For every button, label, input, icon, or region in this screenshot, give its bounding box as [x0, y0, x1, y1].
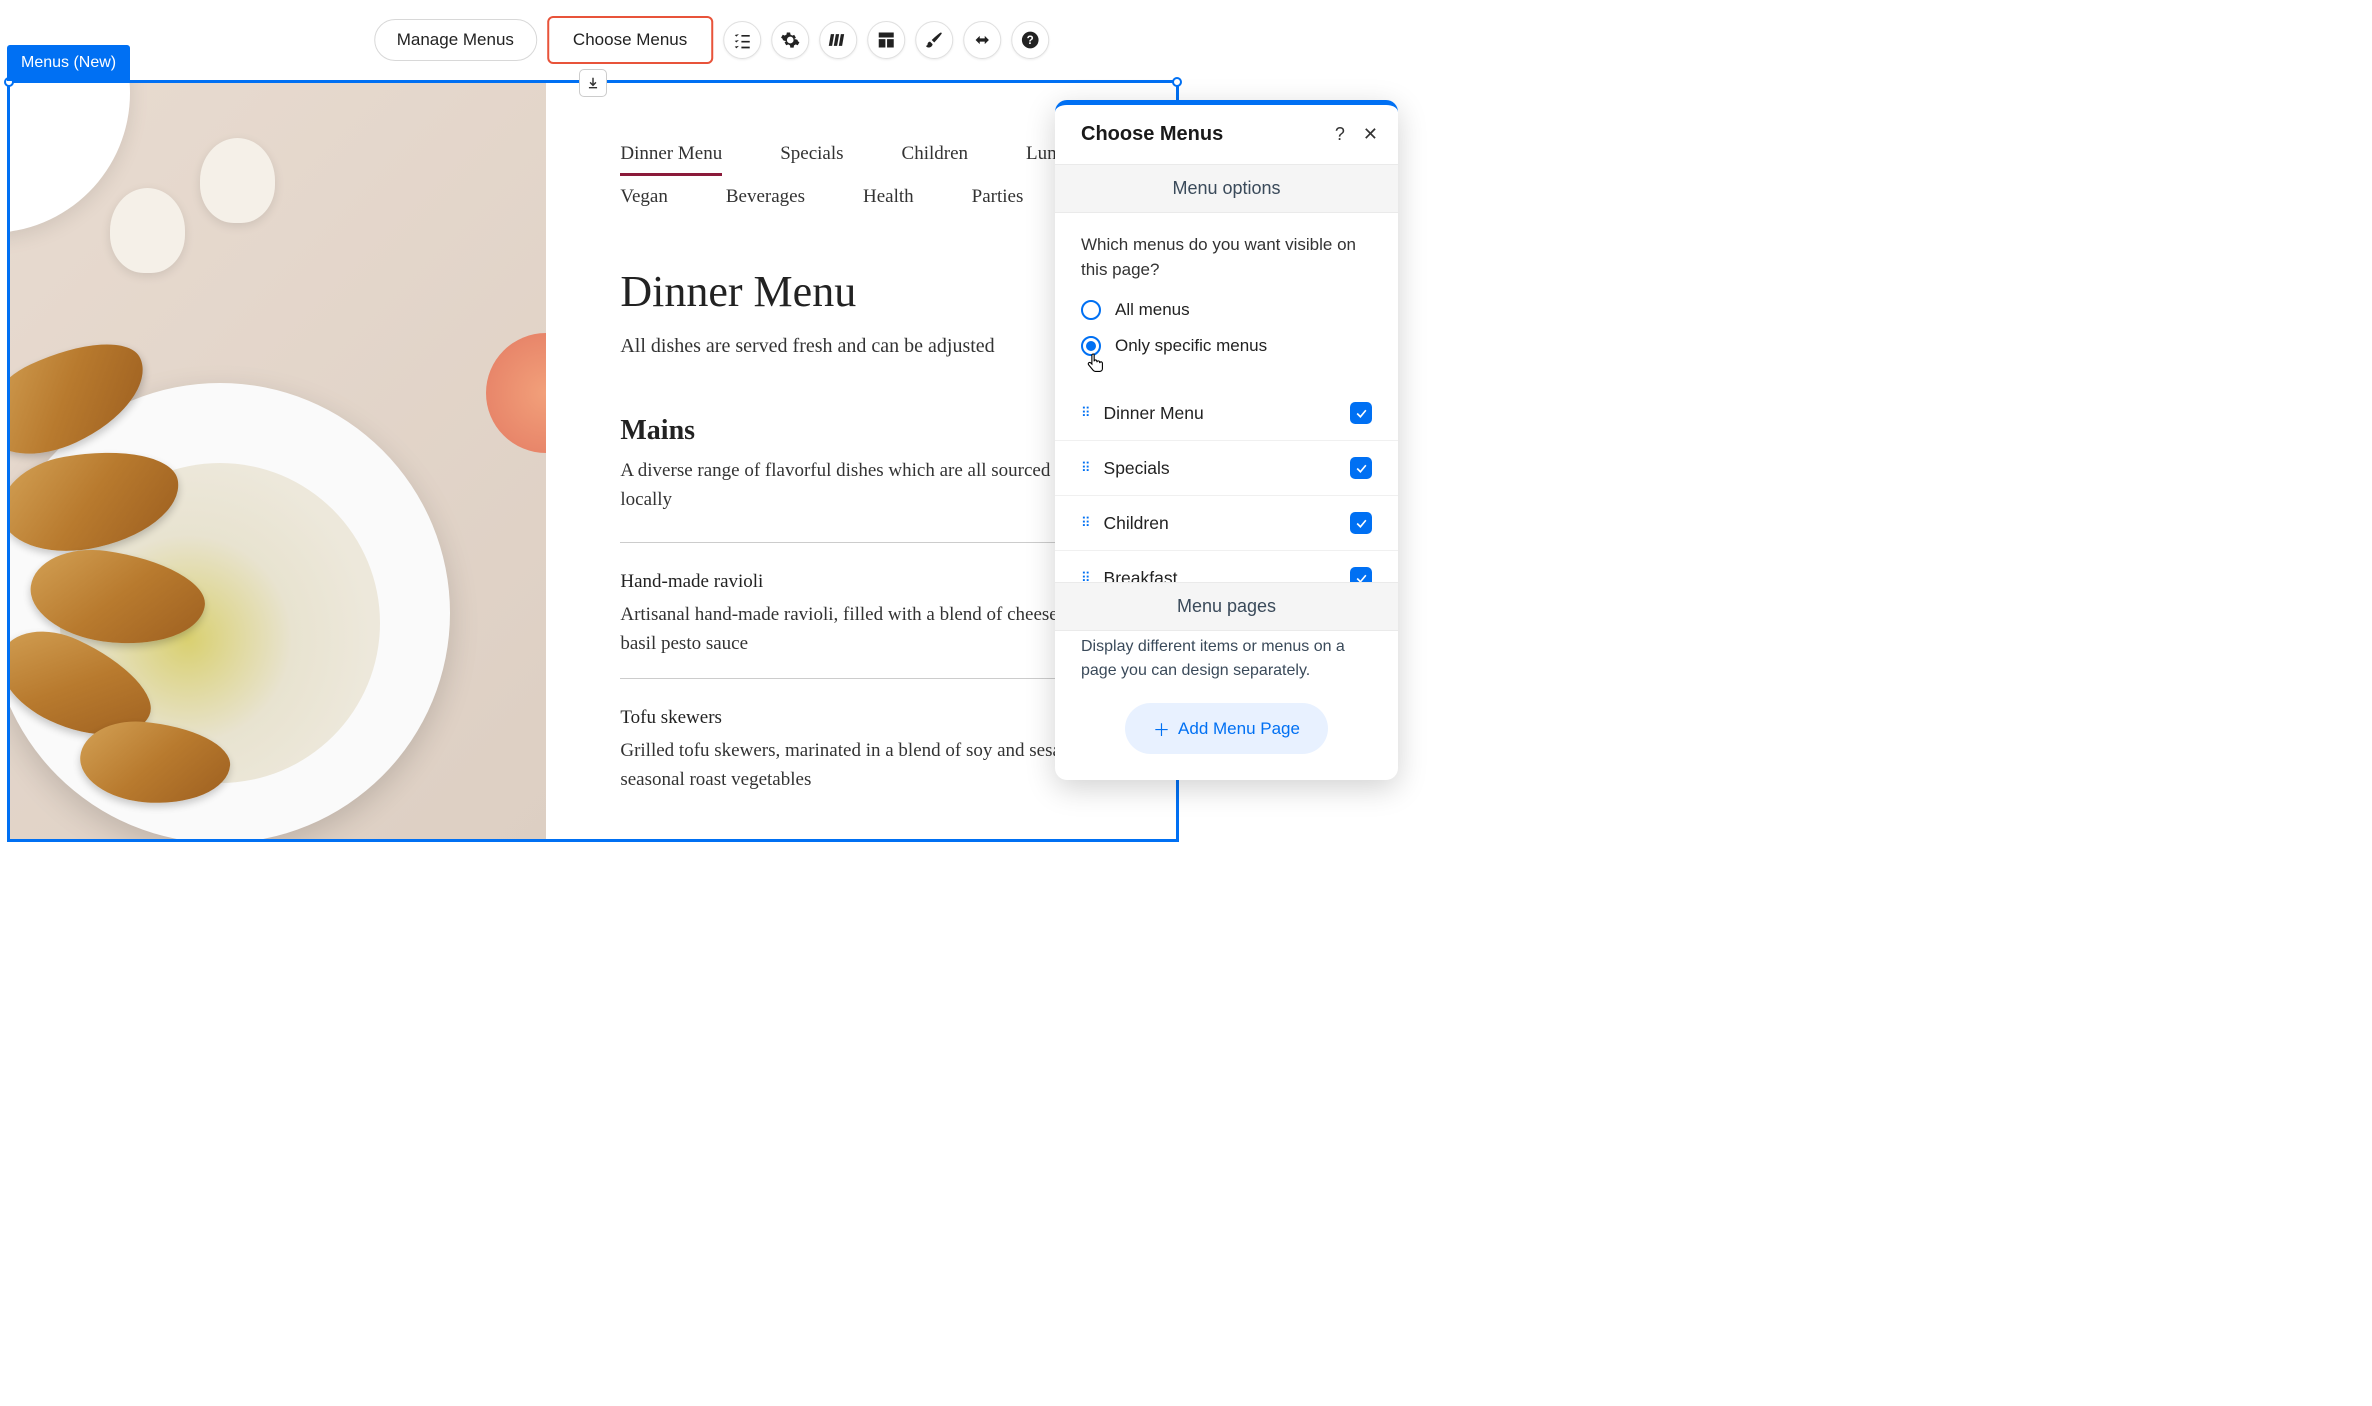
menu-list: ⠿ Dinner Menu ⠿ Specials ⠿ Children ⠿ Br… — [1055, 378, 1398, 582]
choose-menus-panel: Choose Menus ? ✕ Menu options Which menu… — [1055, 100, 1398, 780]
panel-title: Choose Menus — [1081, 123, 1223, 146]
menu-item-dinner[interactable]: ⠿ Dinner Menu — [1055, 386, 1398, 441]
dish-name: Tofu skewers — [620, 707, 1126, 729]
radio-icon — [1081, 300, 1101, 320]
radio-label: Only specific menus — [1115, 336, 1267, 356]
tab-beverages[interactable]: Beverages — [726, 186, 805, 216]
add-menu-page-button[interactable]: ＋ Add Menu Page — [1125, 703, 1328, 754]
dish-desc: Grilled tofu skewers, marinated in a ble… — [620, 737, 1126, 794]
radio-specific-menus[interactable]: Only specific menus — [1081, 336, 1372, 356]
layers-icon[interactable] — [819, 21, 857, 59]
svg-text:?: ? — [1027, 34, 1034, 47]
dish-ravioli: Hand-made ravioli Artisanal hand-made ra… — [620, 542, 1126, 678]
help-icon[interactable]: ? — [1011, 21, 1049, 59]
radio-icon — [1081, 336, 1101, 356]
layout-icon[interactable] — [867, 21, 905, 59]
stretch-icon[interactable] — [963, 21, 1001, 59]
menu-canvas: Dinner Menu Specials Children Lunch Vega… — [10, 83, 1176, 840]
menu-subtitle: All dishes are served fresh and can be a… — [620, 331, 1126, 361]
drag-handle-icon[interactable]: ⠿ — [1081, 570, 1090, 582]
panel-section-pages: Menu pages — [1055, 582, 1398, 631]
menu-title: Dinner Menu — [620, 266, 1126, 317]
plus-icon: ＋ — [1153, 716, 1170, 741]
menu-item-label: Dinner Menu — [1104, 403, 1204, 424]
menu-item-label: Breakfast — [1104, 568, 1178, 583]
menu-item-label: Specials — [1104, 458, 1170, 479]
brush-icon[interactable] — [915, 21, 953, 59]
menu-item-label: Children — [1104, 513, 1169, 534]
cursor-hand-icon — [1085, 352, 1107, 378]
panel-header: Choose Menus ? ✕ — [1055, 105, 1398, 164]
drag-handle-icon[interactable]: ⠿ — [1081, 405, 1090, 421]
drag-handle-icon[interactable]: ⠿ — [1081, 460, 1090, 476]
menu-item-children[interactable]: ⠿ Children — [1055, 496, 1398, 551]
selection-label: Menus (New) — [7, 45, 130, 81]
download-handle[interactable] — [579, 69, 607, 97]
checklist-icon[interactable] — [723, 21, 761, 59]
section-mains-desc: A diverse range of flavorful dishes whic… — [620, 457, 1126, 514]
tab-specials[interactable]: Specials — [780, 143, 843, 176]
tab-health[interactable]: Health — [863, 186, 914, 216]
panel-close-icon[interactable]: ✕ — [1363, 124, 1378, 145]
drag-handle-icon[interactable]: ⠿ — [1081, 515, 1090, 531]
menu-tabs: Dinner Menu Specials Children Lunch Vega… — [620, 143, 1126, 216]
dish-name: Hand-made ravioli — [620, 571, 1126, 593]
add-page-label: Add Menu Page — [1178, 719, 1300, 739]
panel-section-options: Menu options — [1055, 164, 1398, 213]
tab-children[interactable]: Children — [902, 143, 969, 176]
radio-label: All menus — [1115, 300, 1190, 320]
top-toolbar: Manage Menus Choose Menus ? — [374, 16, 1050, 64]
menu-item-specials[interactable]: ⠿ Specials — [1055, 441, 1398, 496]
choose-menus-button[interactable]: Choose Menus — [547, 16, 713, 64]
hero-food-image — [10, 83, 546, 840]
dish-tofu: Tofu skewers Grilled tofu skewers, marin… — [620, 678, 1126, 814]
checkbox-specials[interactable] — [1350, 457, 1372, 479]
checkbox-dinner[interactable] — [1350, 402, 1372, 424]
manage-menus-button[interactable]: Manage Menus — [374, 19, 537, 61]
menu-item-breakfast[interactable]: ⠿ Breakfast — [1055, 551, 1398, 582]
tab-vegan[interactable]: Vegan — [620, 186, 667, 216]
settings-icon[interactable] — [771, 21, 809, 59]
tab-dinner[interactable]: Dinner Menu — [620, 143, 722, 176]
checkbox-breakfast[interactable] — [1350, 567, 1372, 582]
panel-question: Which menus do you want visible on this … — [1081, 233, 1372, 282]
section-mains-title: Mains — [620, 415, 1126, 447]
tab-parties[interactable]: Parties — [972, 186, 1024, 216]
panel-pages-desc: Display different items or menus on a pa… — [1081, 631, 1372, 703]
checkbox-children[interactable] — [1350, 512, 1372, 534]
radio-all-menus[interactable]: All menus — [1081, 300, 1372, 320]
panel-help-icon[interactable]: ? — [1335, 124, 1345, 145]
dish-desc: Artisanal hand-made ravioli, filled with… — [620, 601, 1126, 658]
